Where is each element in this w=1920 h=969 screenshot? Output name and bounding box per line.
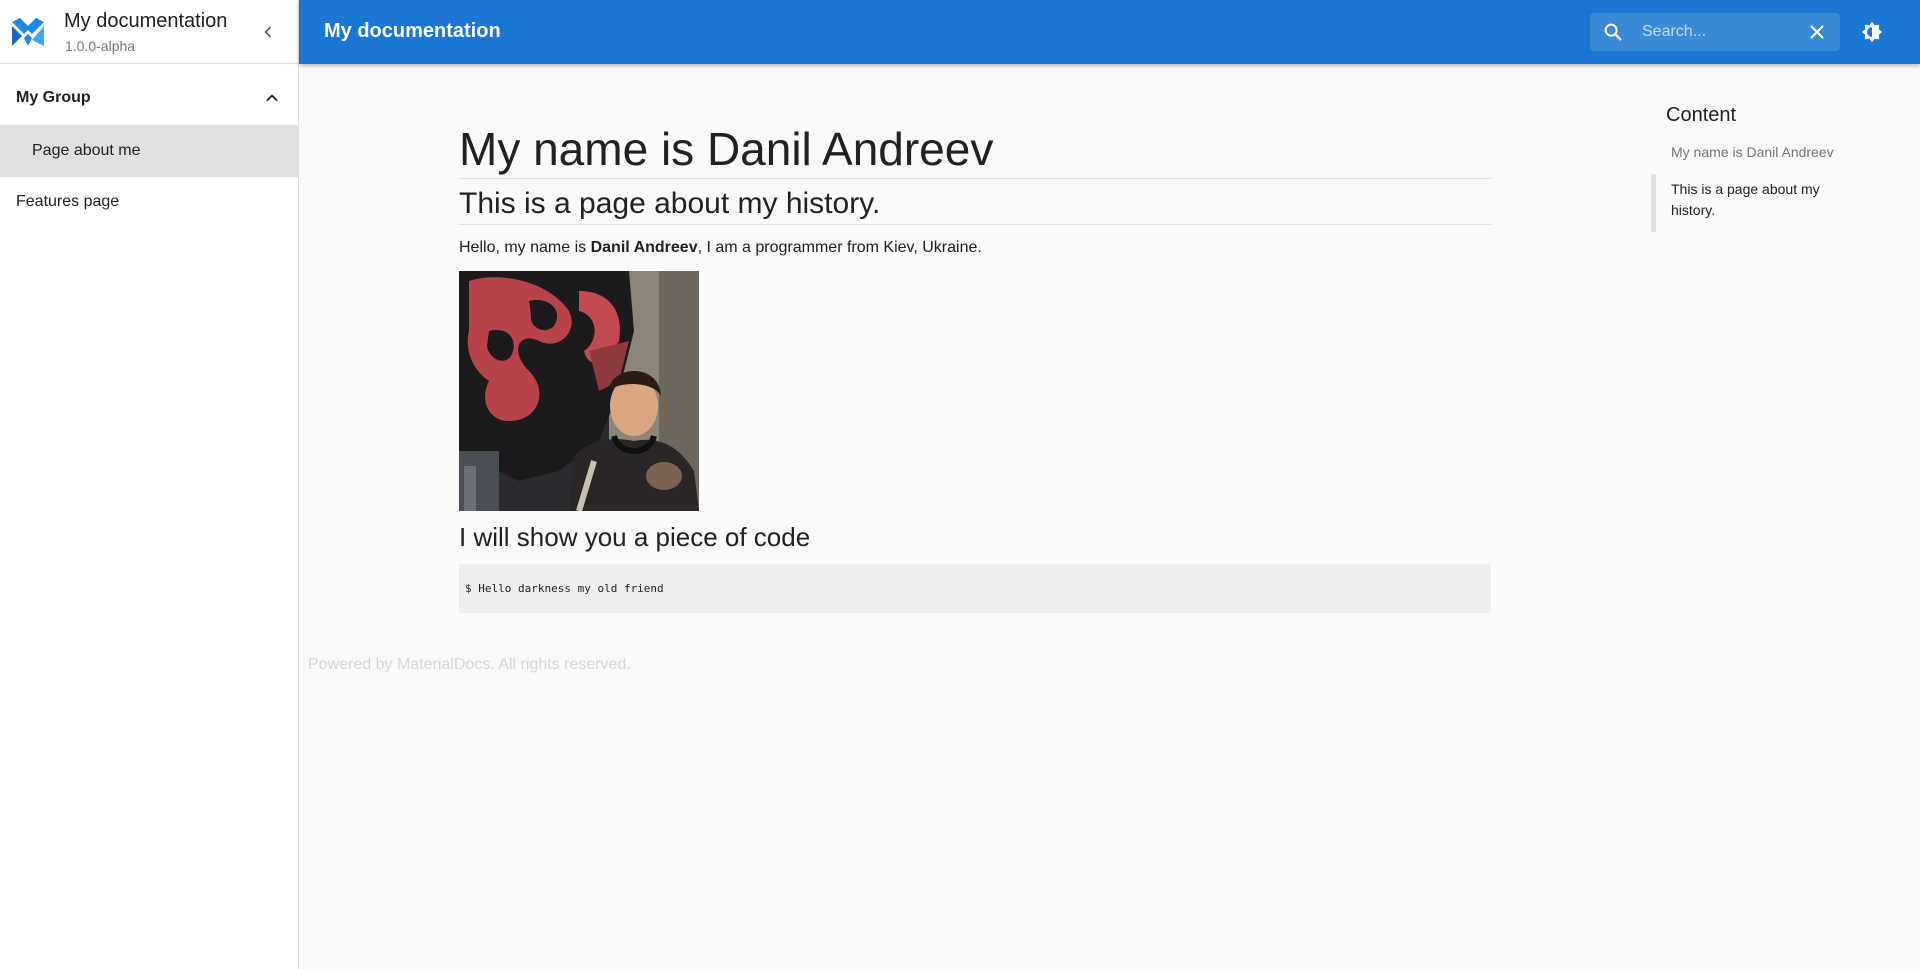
nav-group-my-group[interactable]: My Group	[0, 72, 298, 124]
intro-text-before: Hello, my name is	[459, 239, 591, 256]
close-icon[interactable]	[1806, 21, 1828, 43]
sidebar-header: My documentation 1.0.0-alpha	[0, 0, 298, 64]
page-title: My name is Danil Andreev	[459, 122, 1491, 179]
brightness-icon[interactable]	[1859, 19, 1885, 45]
nav-group-label: My Group	[16, 89, 91, 106]
search-box	[1590, 13, 1840, 51]
footer-text: Powered by MaterialDocs. All rights rese…	[308, 656, 631, 673]
collapse-sidebar-button[interactable]	[256, 20, 280, 44]
intro-paragraph: Hello, my name is Danil Andreev, I am a …	[459, 239, 982, 257]
toc-item-my-name[interactable]: My name is Danil Andreev	[1671, 144, 1834, 160]
search-input[interactable]	[1640, 13, 1800, 51]
chevron-up-icon	[260, 86, 284, 110]
sidebar-item-features-page[interactable]: Features page	[0, 177, 298, 227]
toc-title: Content	[1666, 104, 1737, 126]
code-heading: I will show you a piece of code	[459, 522, 811, 552]
sidebar-version: 1.0.0-alpha	[65, 38, 136, 54]
sidebar: My documentation 1.0.0-alpha My Group Pa…	[0, 0, 299, 969]
app-bar-title: My documentation	[324, 20, 501, 42]
code-block: $ Hello darkness my old friend	[459, 564, 1491, 613]
top-app-bar: My documentation	[299, 0, 1920, 64]
materialdocs-logo-icon	[12, 18, 44, 46]
sidebar-item-page-about-me[interactable]: Page about me	[0, 125, 298, 177]
toc-item-page-history[interactable]: This is a page about my history.	[1651, 174, 1851, 232]
section-heading: This is a page about my history.	[459, 184, 1491, 225]
intro-name-bold: Danil Andreev	[590, 239, 698, 256]
intro-text-after: , I am a programmer from Kiev, Ukraine.	[697, 239, 982, 256]
search-icon	[1604, 23, 1622, 41]
profile-photo	[459, 271, 699, 511]
chevron-left-icon	[264, 26, 272, 38]
sidebar-title: My documentation	[64, 10, 228, 32]
